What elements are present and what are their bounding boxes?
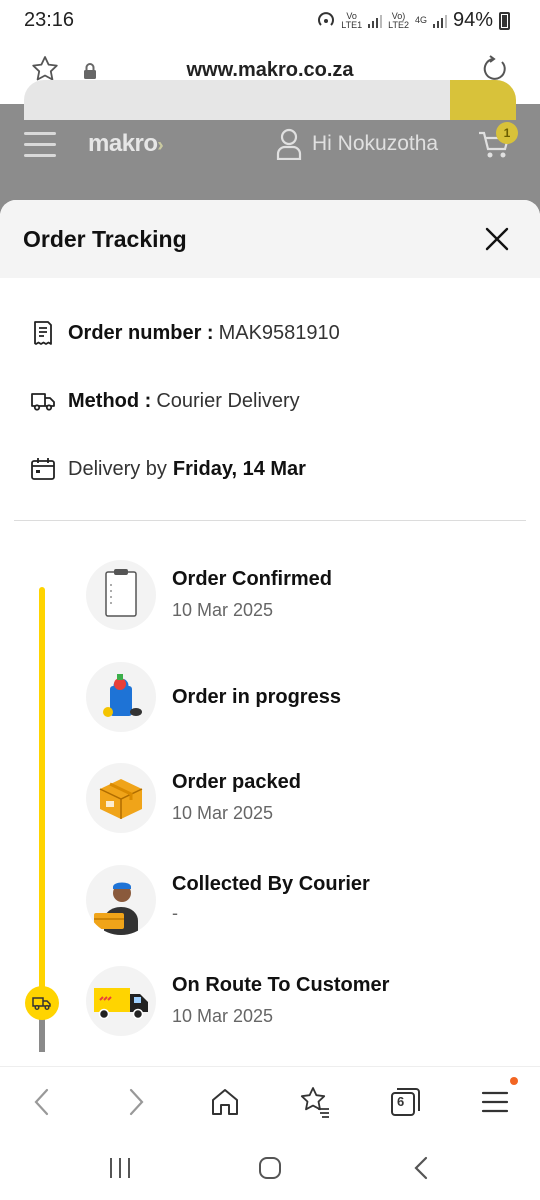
battery-icon [499, 11, 510, 30]
package-box-icon [86, 763, 156, 833]
tracking-remaining-line [39, 1018, 45, 1052]
step-title: Collected By Courier [172, 873, 370, 895]
step-collected-by-courier: Collected By Courier - [86, 865, 526, 935]
step-title: Order in progress [172, 686, 341, 708]
sim2-label: Vo) LTE2 [388, 10, 409, 30]
system-nav-bar [0, 1136, 540, 1200]
search-bar[interactable] [24, 80, 514, 120]
step-title: Order packed [172, 771, 301, 793]
browser-toolbar: 6 [0, 1066, 540, 1136]
close-icon[interactable] [484, 226, 510, 252]
method-label: Method : [68, 389, 152, 412]
url-text[interactable]: www.makro.co.za [0, 59, 540, 82]
step-date: - [172, 903, 178, 923]
sim1-label: Vo LTE1 [341, 10, 363, 30]
search-button[interactable] [450, 80, 516, 120]
greeting-text[interactable]: Hi Nokuzotha [312, 132, 438, 156]
courier-person-icon [86, 865, 156, 935]
tracking-progress-line [39, 587, 45, 1042]
back-icon[interactable] [26, 1085, 60, 1119]
hotspot-icon [318, 11, 335, 26]
status-bar: 23:16 Vo LTE1 Vo) LTE2 4G 94% [0, 0, 540, 40]
step-title: Order Confirmed [172, 568, 333, 590]
step-order-in-progress: Order in progress [86, 662, 526, 732]
truck-icon [31, 393, 55, 411]
sheet-header: Order Tracking [0, 200, 540, 278]
current-status-truck-icon [25, 986, 59, 1020]
delivery-prefix: Delivery by [68, 457, 167, 480]
delivery-date: Friday, 14 Mar [172, 457, 306, 480]
step-order-packed: Order packed 10 Mar 2025 [86, 763, 526, 833]
clipboard-icon [86, 560, 156, 630]
step-title: On Route To Customer [172, 974, 390, 996]
delivery-truck-icon [86, 966, 156, 1036]
shopping-bag-icon [86, 662, 156, 732]
site-menu-icon[interactable] [24, 132, 56, 158]
tabs-count: 6 [397, 1094, 405, 1109]
makro-logo[interactable]: makro››› [88, 130, 164, 158]
system-back-icon[interactable] [408, 1154, 436, 1182]
status-indicators: Vo LTE1 Vo) LTE2 4G 94% [317, 9, 510, 32]
menu-icon[interactable] [478, 1085, 512, 1119]
forward-icon[interactable] [118, 1085, 152, 1119]
step-date: 10 Mar 2025 [172, 600, 274, 620]
system-home-icon[interactable] [256, 1154, 284, 1182]
order-number-label: Order number : [68, 321, 214, 344]
order-number-value: MAK9581910 [218, 321, 340, 344]
status-time: 23:16 [24, 9, 75, 31]
divider [14, 520, 526, 521]
site-header: makro››› Hi Nokuzotha 1 [0, 104, 540, 214]
sheet-title: Order Tracking [23, 226, 187, 252]
order-number-row: Order number : MAK9581910 [30, 320, 340, 346]
delivery-row: Delivery by Friday, 14 Mar [30, 456, 311, 482]
menu-notification-dot [510, 1077, 518, 1085]
tabs-icon [391, 1088, 420, 1116]
user-icon[interactable] [276, 128, 302, 160]
signal1-icon [368, 14, 383, 28]
home-icon[interactable] [208, 1085, 242, 1119]
cart-count-badge: 1 [496, 122, 518, 144]
bookmarks-icon[interactable] [298, 1085, 332, 1119]
calendar-icon [31, 458, 55, 480]
step-order-confirmed: Order Confirmed 10 Mar 2025 [86, 560, 526, 630]
tabs-button[interactable]: 6 [388, 1085, 422, 1119]
step-on-route-to-customer: On Route To Customer 10 Mar 2025 [86, 966, 526, 1036]
battery-percent: 94% [452, 9, 493, 31]
signal2-icon [432, 14, 447, 28]
method-value: Courier Delivery [156, 389, 300, 412]
receipt-icon [34, 321, 52, 345]
recent-apps-icon[interactable] [106, 1154, 134, 1182]
step-date: 10 Mar 2025 [172, 1006, 274, 1026]
network-type: 4G [414, 15, 427, 25]
method-row: Method : Courier Delivery [30, 388, 300, 414]
order-tracking-sheet: Order Tracking Order number : MAK9581910… [0, 200, 540, 1066]
step-date: 10 Mar 2025 [172, 803, 274, 823]
